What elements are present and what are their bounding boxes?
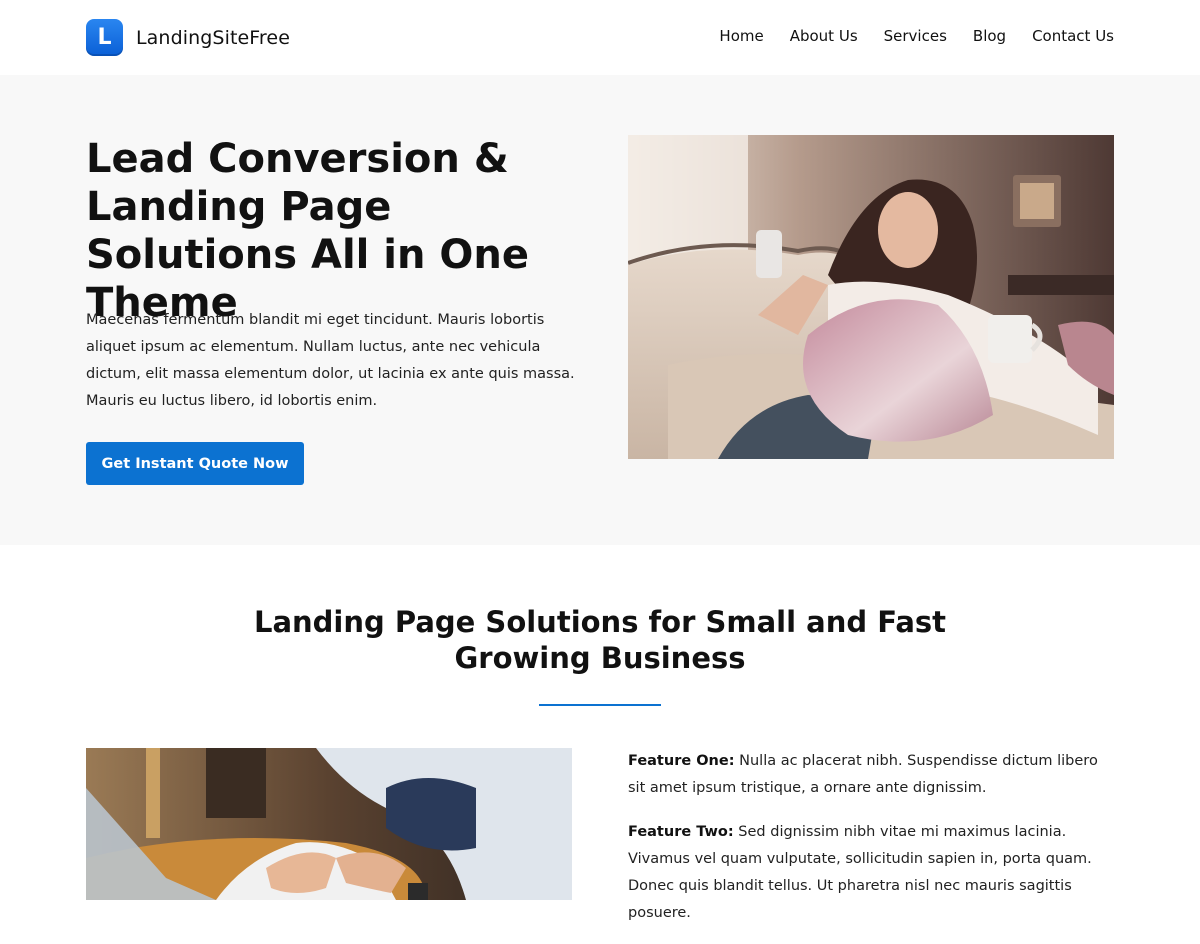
main-nav: Home About Us Services Blog Contact Us <box>719 27 1114 45</box>
feature-image <box>86 748 572 900</box>
nav-services[interactable]: Services <box>884 27 947 45</box>
hero-description: Maecenas fermentum blandit mi eget tinci… <box>86 312 575 409</box>
hero-section: Lead Conversion & Landing Page Solutions… <box>0 75 1200 545</box>
feature-list: Feature One: Nulla ac placerat nibh. Sus… <box>628 748 1118 944</box>
nav-contact-us[interactable]: Contact Us <box>1032 27 1114 45</box>
hero-image <box>628 135 1114 459</box>
feature-label: Feature One: <box>628 753 735 769</box>
section-divider <box>539 704 661 706</box>
nav-about-us[interactable]: About Us <box>790 27 858 45</box>
hero-title: Lead Conversion & Landing Page Solutions… <box>86 136 530 326</box>
site-logo[interactable]: L LandingSiteFree <box>86 19 290 56</box>
feature-item: Feature Two: Sed dignissim nibh vitae mi… <box>628 819 1118 927</box>
site-header: L LandingSiteFree Home About Us Services… <box>0 0 1200 75</box>
site-name: LandingSiteFree <box>136 26 291 49</box>
feature-item: Feature One: Nulla ac placerat nibh. Sus… <box>628 748 1118 802</box>
logo-icon: L <box>86 19 123 56</box>
nav-home[interactable]: Home <box>719 27 763 45</box>
section-title: Landing Page Solutions for Small and Fas… <box>253 605 947 675</box>
feature-label: Feature Two: <box>628 824 734 840</box>
get-quote-button[interactable]: Get Instant Quote Now <box>86 442 304 485</box>
nav-blog[interactable]: Blog <box>973 27 1006 45</box>
